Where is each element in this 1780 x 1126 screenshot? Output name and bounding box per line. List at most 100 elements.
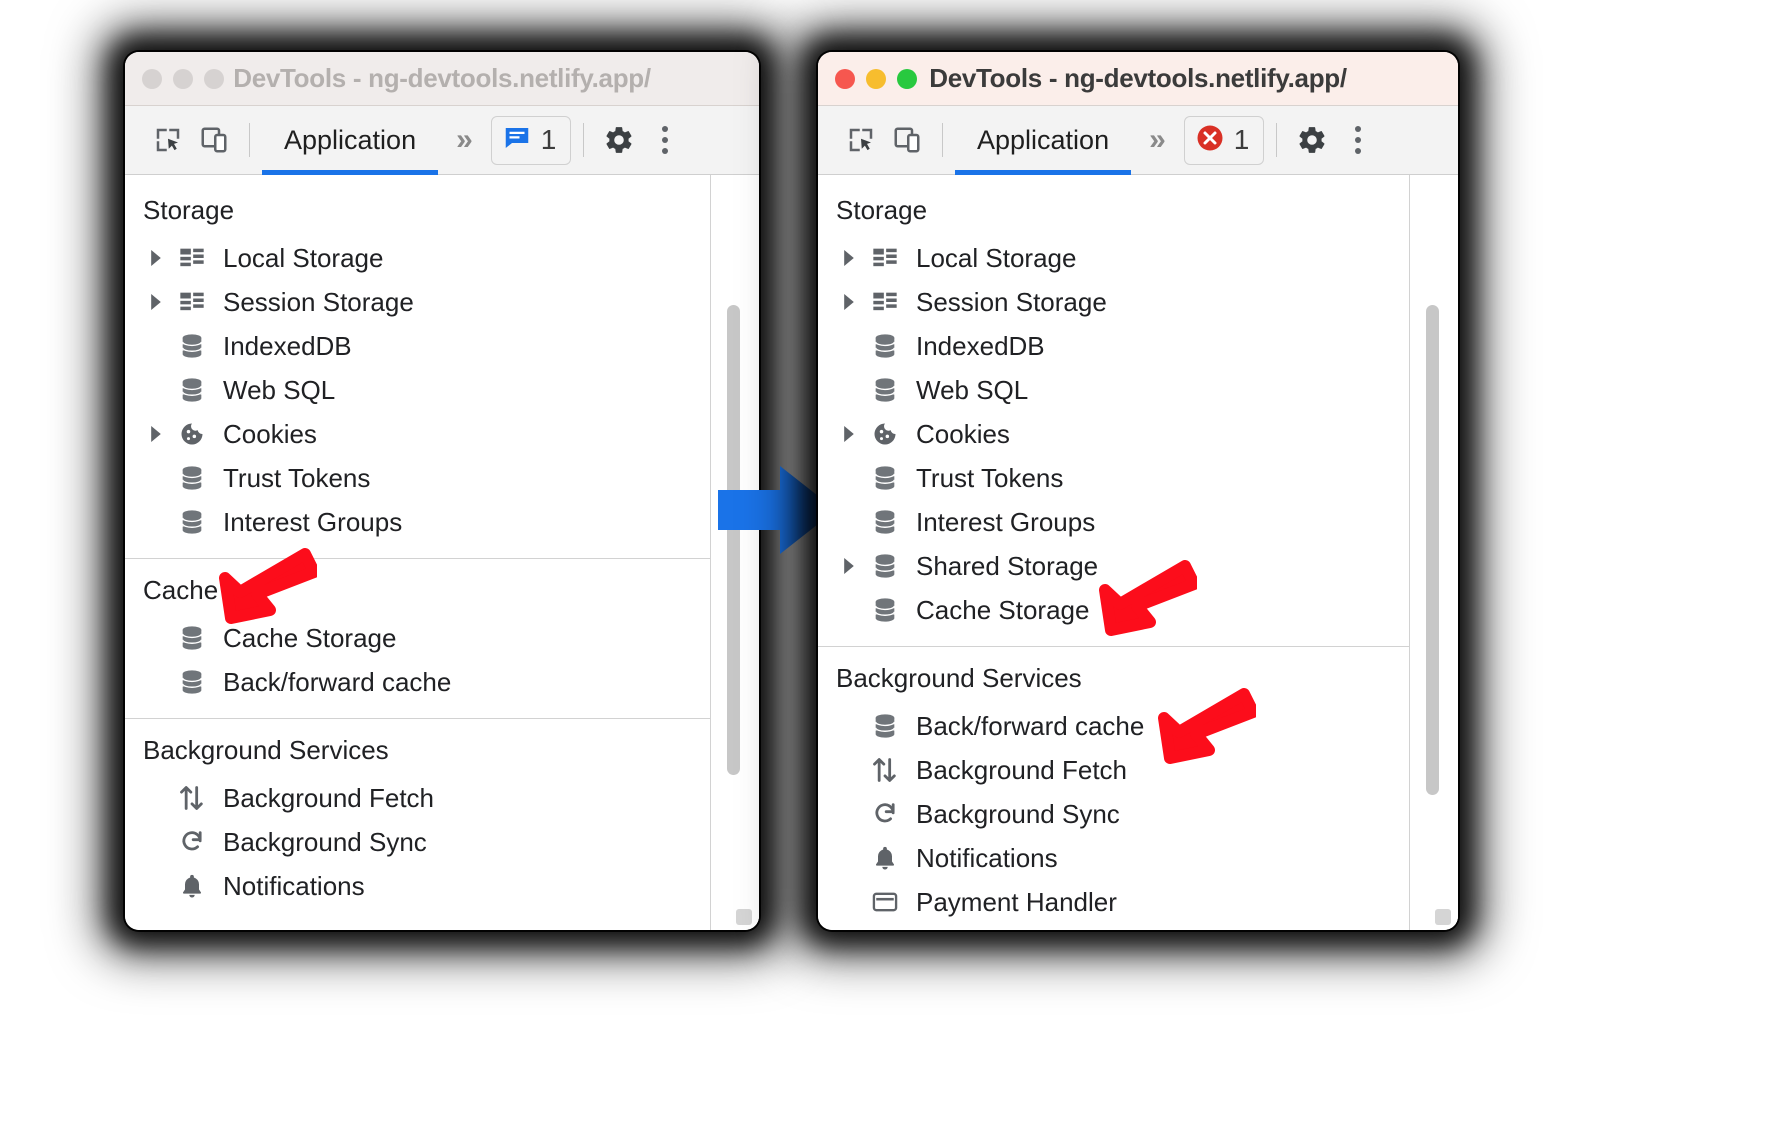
close-button[interactable] — [835, 68, 855, 89]
chevron-right-icon[interactable] — [143, 289, 169, 315]
tree-item-label: Trust Tokens — [916, 462, 1064, 493]
tree-item-background-fetch[interactable]: Background Fetch — [125, 776, 710, 820]
devtools-window-before: DevTools - ng-devtools.netlify.app/ Appl… — [125, 52, 759, 930]
resize-grip[interactable] — [736, 909, 752, 925]
database-icon — [175, 505, 209, 539]
tree-item-background-sync[interactable]: Background Sync — [818, 792, 1409, 836]
tree-item-cookies[interactable]: Cookies — [125, 412, 710, 456]
tree-item-label: Local Storage — [223, 242, 384, 273]
zoom-button[interactable] — [897, 68, 917, 89]
info-badge[interactable]: 1 — [490, 115, 572, 165]
gear-icon[interactable] — [596, 117, 642, 163]
zoom-button[interactable] — [204, 68, 224, 89]
inspect-element-icon[interactable] — [145, 117, 191, 163]
database-icon — [175, 329, 209, 363]
tree-item-label: Session Storage — [916, 286, 1107, 317]
background-fetch-icon — [175, 781, 209, 815]
tree-item-local-storage[interactable]: Local Storage — [125, 236, 710, 280]
toolbar-divider-2 — [1276, 123, 1278, 157]
more-panels-chevron-icon[interactable]: » — [1131, 123, 1184, 157]
chevron-right-icon[interactable] — [836, 289, 862, 315]
kebab-icon[interactable] — [1335, 117, 1381, 163]
database-icon — [868, 505, 902, 539]
chevron-right-icon[interactable] — [836, 421, 862, 447]
kebab-dots — [1355, 126, 1362, 154]
resize-grip[interactable] — [1435, 909, 1451, 925]
cache-section-callout-arrow-icon — [213, 548, 320, 634]
bell-icon — [868, 841, 902, 875]
database-icon — [175, 621, 209, 655]
message-icon — [502, 123, 532, 158]
tree-item-label: Cookies — [223, 418, 317, 449]
device-toolbar-icon[interactable] — [884, 117, 930, 163]
tree-item-label: Cache Storage — [916, 594, 1090, 625]
tree-item-back-forward-cache[interactable]: Back/forward cache — [125, 660, 710, 704]
tree-item-notifications[interactable]: Notifications — [125, 864, 710, 908]
tree-item-background-fetch[interactable]: Background Fetch — [818, 748, 1409, 792]
tree-item-session-storage[interactable]: Session Storage — [818, 280, 1409, 324]
table-icon — [175, 241, 209, 275]
tree-item-label: IndexedDB — [223, 330, 352, 361]
error-badge-count: 1 — [1233, 124, 1250, 155]
tree-item-label: Session Storage — [223, 286, 414, 317]
tree-item-interest-groups[interactable]: Interest Groups — [818, 500, 1409, 544]
tree-item-label: Background Fetch — [916, 754, 1128, 785]
storage-tree-after: Storage Local Storage Session Storage In… — [818, 175, 1409, 930]
error-badge[interactable]: 1 — [1183, 115, 1265, 165]
tree-item-web-sql[interactable]: Web SQL — [818, 368, 1409, 412]
tab-application[interactable]: Application — [955, 106, 1132, 175]
devtools-toolbar-after: Application » 1 — [818, 106, 1458, 175]
info-badge-count: 1 — [540, 124, 557, 155]
minimize-button[interactable] — [866, 68, 886, 89]
titlebar-before[interactable]: DevTools - ng-devtools.netlify.app/ — [125, 52, 759, 106]
chevron-right-icon[interactable] — [836, 553, 862, 579]
tree-item-label: Cookies — [916, 418, 1010, 449]
tree-item-label: Back/forward cache — [916, 710, 1145, 741]
devtools-window-after: DevTools - ng-devtools.netlify.app/ Appl… — [818, 52, 1458, 930]
tree-item-label: Trust Tokens — [223, 462, 371, 493]
tree-item-local-storage[interactable]: Local Storage — [818, 236, 1409, 280]
chevron-right-icon[interactable] — [143, 421, 169, 447]
database-icon — [868, 373, 902, 407]
titlebar-after[interactable]: DevTools - ng-devtools.netlify.app/ — [818, 52, 1458, 106]
tab-application[interactable]: Application — [262, 106, 439, 175]
tree-item-label: Interest Groups — [916, 506, 1096, 537]
tree-item-session-storage[interactable]: Session Storage — [125, 280, 710, 324]
table-icon — [868, 241, 902, 275]
gear-icon[interactable] — [1289, 117, 1335, 163]
more-panels-chevron-icon[interactable]: » — [438, 123, 491, 157]
section-divider — [818, 646, 1409, 647]
database-icon — [868, 549, 902, 583]
tree-item-web-sql[interactable]: Web SQL — [125, 368, 710, 412]
tree-item-back-forward-cache[interactable]: Back/forward cache — [818, 704, 1409, 748]
kebab-dots — [662, 126, 669, 154]
chevron-right-icon[interactable] — [143, 245, 169, 271]
tree-item-interest-groups[interactable]: Interest Groups — [125, 500, 710, 544]
database-icon — [175, 665, 209, 699]
bell-icon — [175, 869, 209, 903]
tree-item-label: Web SQL — [916, 374, 1029, 405]
device-toolbar-icon[interactable] — [191, 117, 237, 163]
tree-item-indexeddb[interactable]: IndexedDB — [818, 324, 1409, 368]
tree-item-cookies[interactable]: Cookies — [818, 412, 1409, 456]
database-icon — [868, 329, 902, 363]
tree-item-trust-tokens[interactable]: Trust Tokens — [818, 456, 1409, 500]
database-icon — [868, 461, 902, 495]
tree-item-indexeddb[interactable]: IndexedDB — [125, 324, 710, 368]
background-fetch-icon — [868, 753, 902, 787]
close-button[interactable] — [142, 68, 162, 89]
tree-item-label: Web SQL — [223, 374, 336, 405]
tree-item-trust-tokens[interactable]: Trust Tokens — [125, 456, 710, 500]
vertical-scrollbar-thumb[interactable] — [1426, 305, 1439, 795]
tree-item-payment-handler[interactable]: Payment Handler — [818, 880, 1409, 924]
tree-item-background-sync[interactable]: Background Sync — [125, 820, 710, 864]
tree-item-label: Background Fetch — [223, 782, 435, 813]
minimize-button[interactable] — [173, 68, 193, 89]
chevron-right-icon[interactable] — [836, 245, 862, 271]
kebab-icon[interactable] — [642, 117, 688, 163]
inspect-element-icon[interactable] — [838, 117, 884, 163]
tree-item-label: Local Storage — [916, 242, 1077, 273]
background-sync-icon — [175, 825, 209, 859]
database-icon — [868, 593, 902, 627]
tree-item-notifications[interactable]: Notifications — [818, 836, 1409, 880]
